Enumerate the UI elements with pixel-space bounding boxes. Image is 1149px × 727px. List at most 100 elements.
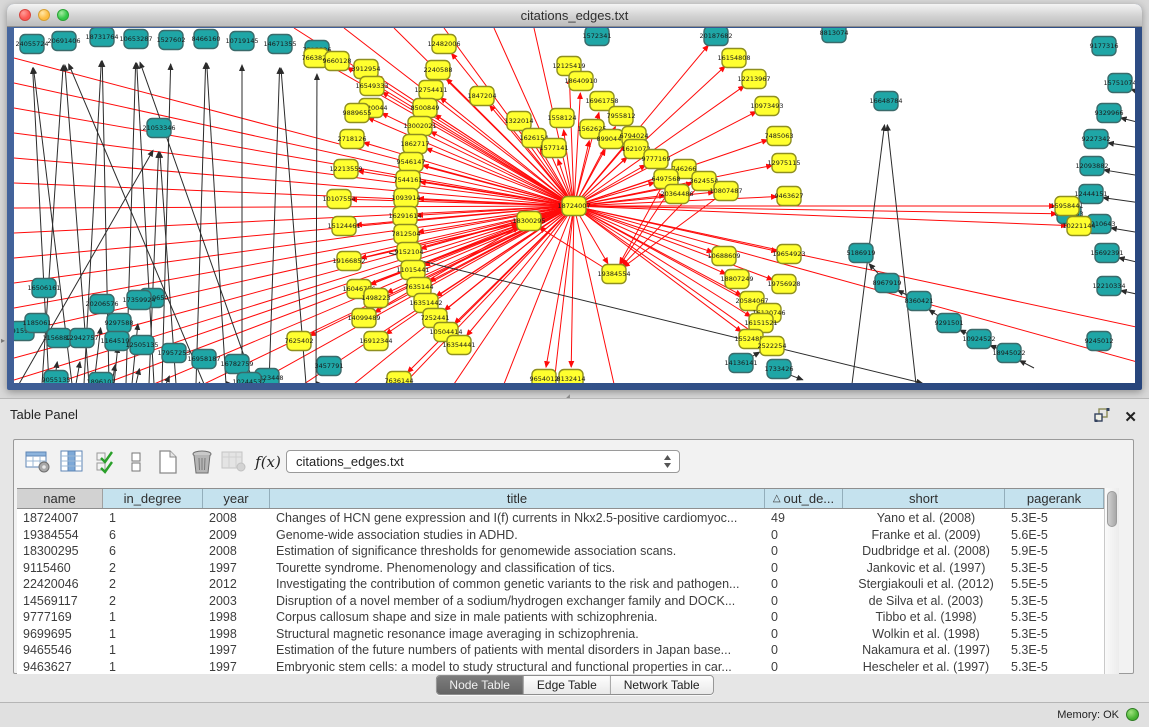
graph-node[interactable]: 21053346 [142, 119, 175, 138]
graph-node[interactable]: 9291501 [935, 314, 964, 333]
graph-node[interactable]: 16782759 [220, 355, 253, 374]
graph-node[interactable]: 8500849 [411, 99, 440, 118]
graph-node[interactable]: 18731764 [85, 28, 118, 47]
graph-node[interactable]: 8466160 [192, 30, 221, 49]
graph-node[interactable]: 8967919 [873, 274, 902, 293]
graph-node[interactable]: 12942757 [65, 329, 98, 348]
graph-node[interactable]: 12213559 [329, 160, 362, 179]
graph-node[interactable]: 1498223 [362, 289, 391, 308]
vertical-scrollbar[interactable] [1104, 488, 1119, 674]
tab-node-table[interactable]: Node Table [436, 676, 524, 694]
graph-node[interactable]: 1577141 [540, 139, 569, 158]
graph-node[interactable]: 14099489 [347, 309, 380, 328]
graph-node[interactable]: 9297588 [105, 314, 134, 333]
graph-node[interactable]: 20364486 [660, 185, 693, 204]
graph-node[interactable]: 7812504 [392, 225, 421, 244]
graph-node[interactable]: 10221144 [1062, 217, 1095, 236]
graph-node[interactable]: 13002021 [403, 117, 436, 136]
graph-node[interactable]: 15692391 [1090, 244, 1123, 263]
graph-node[interactable]: 12213967 [737, 70, 770, 89]
graph-node[interactable]: 9177316 [1090, 37, 1119, 56]
new-column-icon[interactable] [154, 448, 182, 476]
table-row[interactable]: 977716911998Corpus callosum shape and si… [17, 609, 1104, 626]
column-header-title[interactable]: title [270, 489, 765, 508]
graph-node[interactable]: 9227342 [1082, 130, 1111, 149]
graph-node[interactable]: 16958187 [187, 350, 220, 369]
graph-node[interactable]: 7625402 [285, 332, 314, 351]
graph-node[interactable]: 20187682 [699, 28, 732, 46]
graph-node[interactable]: 9463627 [775, 187, 804, 206]
table-settings-icon[interactable] [24, 448, 52, 476]
graph-node[interactable]: 12482006 [427, 35, 460, 54]
graph-node[interactable]: 18724007 [557, 197, 590, 216]
graph-node[interactable]: 1733426 [765, 360, 794, 379]
graph-node[interactable]: 19756928 [767, 275, 800, 294]
graph-node[interactable]: 1558124 [548, 109, 577, 128]
graph-node[interactable]: 9654012 [530, 370, 559, 384]
graph-node[interactable]: 12093882 [1075, 157, 1108, 176]
table-row[interactable]: 1456911722003Disruption of a novel membe… [17, 593, 1104, 610]
table-row[interactable]: 2242004622012Investigating the contribut… [17, 576, 1104, 593]
table-row[interactable]: 969969511998Structural magnetic resonanc… [17, 626, 1104, 643]
graph-node[interactable]: 9660128 [323, 52, 352, 71]
table-row[interactable]: 1938455462009Genome-wide association stu… [17, 527, 1104, 544]
graph-node[interactable]: 5186919 [847, 244, 876, 263]
table-row[interactable]: 946554611997Estimation of the future num… [17, 642, 1104, 659]
close-panel-icon[interactable]: ✕ [1124, 411, 1137, 425]
graph-node[interactable]: 10924522 [962, 330, 995, 349]
delete-column-icon[interactable] [188, 448, 216, 476]
graph-node[interactable]: 9245012 [1085, 332, 1114, 351]
graph-node[interactable]: 7544161 [394, 171, 423, 190]
graph-node[interactable]: 11015441 [396, 261, 429, 280]
graph-node[interactable]: 8360421 [905, 292, 934, 311]
graph-node[interactable]: 17957253 [157, 344, 190, 363]
graph-node[interactable]: 9546147 [397, 153, 426, 172]
graph-node[interactable]: 10973493 [750, 97, 783, 116]
graph-node[interactable]: 14671355 [263, 35, 296, 54]
graph-node[interactable]: 15751074 [1103, 74, 1135, 93]
column-header-in_degree[interactable]: in_degree [103, 489, 203, 508]
select-all-rows-icon[interactable] [92, 448, 120, 476]
graph-node[interactable]: 12210334 [1092, 277, 1125, 296]
graph-node[interactable]: 19654923 [772, 245, 805, 264]
graph-node[interactable]: 18640910 [564, 72, 597, 91]
graph-node[interactable]: 14136141 [724, 354, 757, 373]
column-header-out_de[interactable]: △out_de... [765, 489, 843, 508]
memory-ok-indicator-icon[interactable] [1126, 708, 1139, 721]
function-builder-icon[interactable]: f(x) [254, 448, 282, 476]
graph-node[interactable]: 24055724 [15, 35, 48, 54]
scrollbar-thumb[interactable] [1107, 491, 1117, 527]
graph-node[interactable]: 18945022 [992, 344, 1025, 363]
graph-node[interactable]: 17359924 [122, 291, 155, 310]
table-row[interactable]: 1830029562008Estimation of significance … [17, 543, 1104, 560]
select-column-icon[interactable] [58, 448, 86, 476]
graph-node[interactable]: 2522254 [758, 337, 787, 356]
graph-node[interactable]: 8132414 [557, 370, 586, 384]
table-row[interactable]: 946362711997Embryonic stem cells: a mode… [17, 659, 1104, 675]
unselect-rows-icon[interactable] [122, 448, 150, 476]
network-graph-svg[interactable]: 2405572420691406187317641065328715276028… [14, 28, 1135, 383]
graph-node[interactable]: 3457791 [315, 357, 344, 376]
column-header-short[interactable]: short [843, 489, 1005, 508]
graph-node[interactable]: 16506161 [27, 279, 60, 298]
tab-edge-table[interactable]: Edge Table [524, 676, 611, 694]
graph-node[interactable]: 1862717 [401, 135, 430, 154]
table-row[interactable]: 1872400712008Changes of HCN gene express… [17, 510, 1104, 527]
graph-node[interactable]: 18807249 [720, 270, 753, 289]
graph-node[interactable]: 18300295 [512, 212, 545, 231]
graph-node[interactable]: 1847204 [468, 87, 497, 106]
graph-node[interactable]: 12975115 [767, 154, 800, 173]
table-row[interactable]: 911546021997Tourette syndrome. Phenomeno… [17, 560, 1104, 577]
graph-node[interactable]: 10719145 [225, 32, 258, 51]
column-header-year[interactable]: year [203, 489, 270, 508]
graph-node[interactable]: 20691406 [47, 32, 80, 51]
graph-node[interactable]: 16912344 [359, 332, 392, 351]
graph-node[interactable]: 1185061 [23, 314, 52, 333]
graph-node[interactable]: 16291614 [388, 207, 421, 226]
graph-node[interactable]: 7485063 [765, 127, 794, 146]
graph-node[interactable]: 9152104 [395, 243, 424, 262]
graph-node[interactable]: 10107554 [322, 190, 355, 209]
graph-node[interactable]: 3912954 [352, 60, 381, 79]
float-panel-icon[interactable] [1094, 408, 1110, 427]
graph-node[interactable]: 9329966 [1095, 104, 1124, 123]
